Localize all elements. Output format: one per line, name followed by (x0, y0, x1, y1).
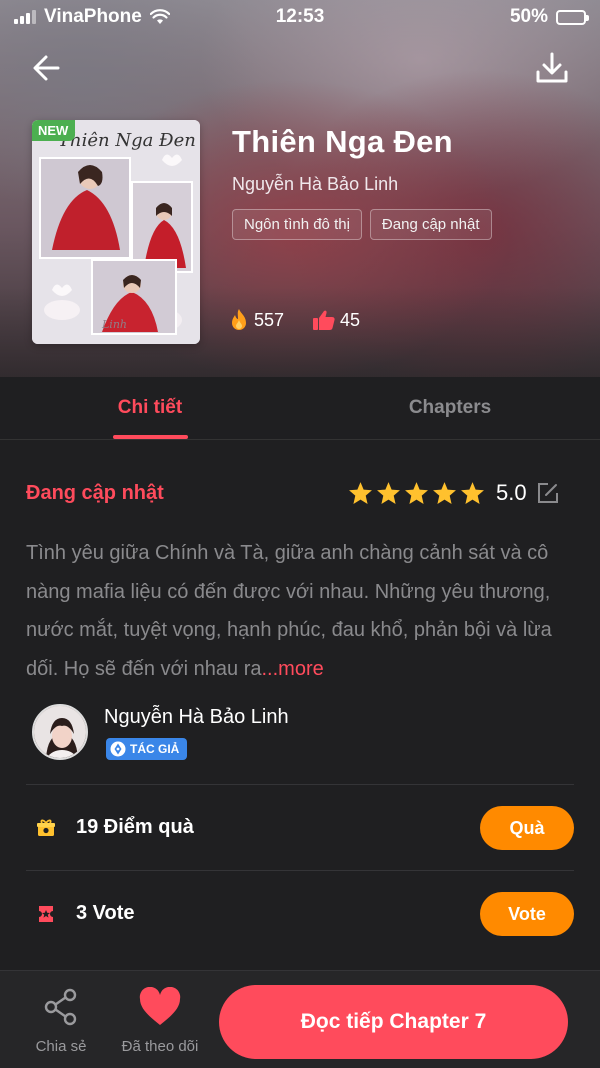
star-icon (405, 482, 428, 504)
status-bar: VinaPhone 12:53 50% (0, 0, 600, 34)
more-link[interactable]: ...more (261, 658, 323, 680)
tag-genre[interactable]: Ngôn tình đô thị (232, 209, 362, 240)
book-cover: Linh Thiên Nga Đen NEW (32, 120, 200, 344)
rating-score: 5.0 (496, 480, 527, 505)
star-icon (461, 482, 484, 504)
gift-icon (37, 818, 55, 836)
tab-chapters-label: Chapters (408, 397, 492, 418)
book-title: Thiên Nga Đen (232, 124, 453, 159)
signal-icon (14, 10, 36, 24)
likes-count: 45 (340, 309, 361, 330)
star-icon (349, 482, 372, 504)
share-button[interactable]: Chia sẻ (24, 987, 98, 1055)
svg-text:Linh: Linh (101, 318, 127, 331)
star-icon (377, 482, 400, 504)
views-count: 557 (254, 309, 285, 330)
new-badge: NEW (32, 120, 76, 141)
gift-points-label: 19 Điểm quà (76, 816, 194, 838)
follow-label: Đã theo dõi (121, 1038, 199, 1055)
star-icon (433, 482, 456, 504)
author-role-badge: TÁC GIẢ (106, 738, 188, 760)
active-tab-indicator (113, 435, 188, 439)
share-label: Chia sẻ (35, 1038, 87, 1055)
tab-details[interactable]: Chi tiết (0, 377, 300, 439)
fire-icon (232, 309, 246, 330)
back-arrow-icon[interactable] (28, 48, 68, 88)
book-author[interactable]: Nguyễn Hà Bảo Linh (232, 174, 492, 195)
thumbs-up-icon (313, 310, 335, 330)
likes-stat: 45 (312, 308, 360, 332)
continue-reading-button[interactable]: Đọc tiếp Chapter 7 (219, 985, 568, 1059)
cover-art: Linh (32, 120, 200, 344)
author-name[interactable]: Nguyễn Hà Bảo Linh (104, 706, 289, 729)
author-card[interactable]: Nguyễn Hà Bảo Linh TÁC GIẢ (32, 704, 572, 764)
genre-tags: Ngôn tình đô thị Đang cập nhật (232, 209, 492, 240)
gift-row: 19 Điểm quà Quà (26, 784, 574, 870)
tag-status[interactable]: Đang cập nhật (369, 209, 492, 240)
vote-button[interactable]: Vote (480, 892, 574, 936)
views-stat: 557 (228, 308, 284, 332)
heart-icon (139, 986, 181, 1025)
update-status: Đang cập nhật (26, 482, 164, 504)
cover-title: Thiên Nga Đen (58, 130, 196, 151)
tab-bar: Chi tiết Chapters (0, 377, 600, 440)
wifi-icon (149, 9, 170, 24)
battery-percent: 50% (509, 6, 548, 27)
bottom-action-bar: Chia sẻ Đã theo dõi Đọc tiếp Chapter 7 (0, 970, 600, 1068)
download-icon[interactable] (530, 48, 574, 88)
book-stats: 557 45 (228, 308, 360, 332)
battery-icon (556, 9, 589, 25)
gift-button[interactable]: Quà (480, 806, 574, 850)
author-role-label: TÁC GIẢ (130, 742, 180, 756)
book-info: Thiên Nga Đen Nguyễn Hà Bảo Linh Ngôn tì… (232, 124, 492, 240)
pen-nib-icon (110, 741, 126, 757)
vote-ticket-icon (39, 905, 53, 922)
share-icon (44, 988, 77, 1026)
rating: 5.0 (348, 480, 560, 506)
tab-details-label: Chi tiết (117, 397, 183, 418)
vote-count-label: 3 Vote (76, 902, 135, 924)
carrier-name: VinaPhone (44, 6, 142, 27)
edit-icon[interactable] (536, 481, 560, 505)
tab-chapters[interactable]: Chapters (300, 377, 600, 439)
vote-row: 3 Vote Vote (26, 870, 574, 956)
follow-button[interactable]: Đã theo dõi (114, 986, 206, 1055)
book-header: VinaPhone 12:53 50% Linh Thiên Nga Đen N… (0, 0, 600, 377)
book-description: Tình yêu giữa Chính và Tà, giữa anh chàn… (26, 534, 566, 688)
author-avatar[interactable] (32, 704, 88, 760)
